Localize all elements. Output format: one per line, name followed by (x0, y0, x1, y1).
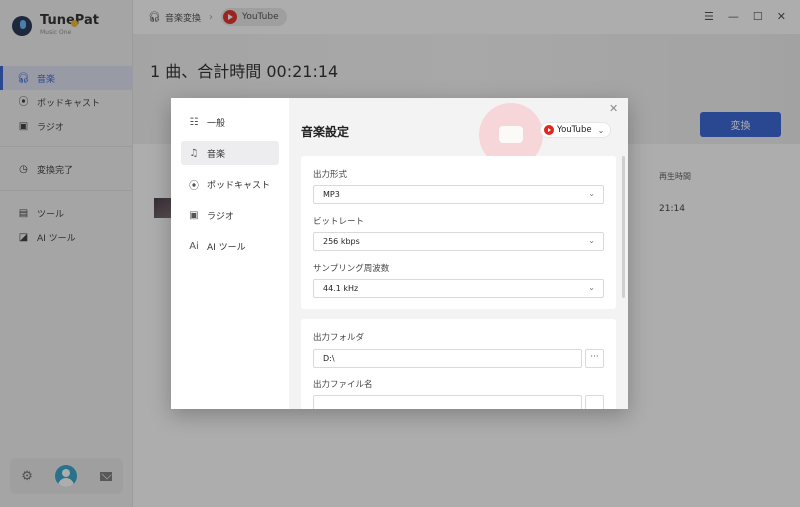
music-note-icon: ♫ (189, 147, 199, 159)
settings-tab-label: 一般 (207, 118, 226, 129)
ai-icon: Ai (189, 240, 199, 252)
bitrate-label: ビットレート (313, 217, 365, 227)
browse-folder-button[interactable]: ··· (585, 349, 604, 368)
sample-rate-value: 44.1 kHz (323, 284, 359, 293)
output-format-label: 出力形式 (313, 170, 348, 180)
output-filename-label: 出力ファイル名 (313, 380, 373, 390)
settings-tab-label: AI ツール (207, 242, 246, 253)
output-format-select[interactable]: MP3 ⌄ (313, 185, 604, 204)
close-icon[interactable]: ✕ (609, 102, 618, 115)
output-folder-label: 出力フォルダ (313, 333, 365, 343)
settings-tab-music[interactable]: ♫ 音楽 (181, 141, 279, 165)
chevron-down-icon: ⌄ (588, 189, 595, 198)
chevron-down-icon: ⌄ (597, 125, 605, 135)
settings-tab-label: ポッドキャスト (207, 180, 271, 191)
settings-tab-ai-tools[interactable]: Ai AI ツール (181, 234, 279, 258)
settings-tab-general[interactable]: ☷ 一般 (181, 110, 279, 134)
output-folder-field[interactable]: D:\ (313, 349, 582, 368)
scrollbar[interactable] (622, 156, 625, 298)
settings-content: 音楽設定 YouTube ⌄ 出力形式 MP3 ⌄ ビットレート 256 kbp… (289, 98, 628, 409)
sample-rate-select[interactable]: 44.1 kHz ⌄ (313, 279, 604, 298)
radio-icon: ▣ (189, 209, 199, 221)
filename-options-button[interactable] (585, 395, 604, 409)
settings-nav: ☷ 一般 ♫ 音楽 ⦿ ポッドキャスト ▣ ラジオ Ai AI ツール (171, 98, 289, 409)
settings-tab-label: ラジオ (207, 211, 234, 222)
audio-settings-card: 出力形式 MP3 ⌄ ビットレート 256 kbps ⌄ サンプリング周波数 4… (301, 156, 616, 309)
settings-dialog: ☷ 一般 ♫ 音楽 ⦿ ポッドキャスト ▣ ラジオ Ai AI ツール 音楽設定… (171, 98, 628, 409)
output-folder-value: D:\ (323, 354, 335, 363)
bitrate-select[interactable]: 256 kbps ⌄ (313, 232, 604, 251)
sample-rate-label: サンプリング周波数 (313, 264, 390, 274)
settings-title: 音楽設定 (301, 125, 350, 139)
settings-tab-label: 音楽 (207, 149, 226, 160)
settings-tab-radio[interactable]: ▣ ラジオ (181, 203, 279, 227)
youtube-icon (544, 125, 554, 135)
chevron-down-icon: ⌄ (588, 236, 595, 245)
output-filename-field[interactable] (313, 395, 582, 409)
chevron-down-icon: ⌄ (588, 283, 595, 292)
bitrate-value: 256 kbps (323, 237, 360, 246)
output-format-value: MP3 (323, 190, 340, 199)
source-selector[interactable]: YouTube ⌄ (541, 123, 611, 137)
output-settings-card: 出力フォルダ D:\ ··· 出力ファイル名 (301, 319, 616, 409)
sliders-icon: ☷ (189, 116, 199, 128)
podcast-icon: ⦿ (189, 180, 199, 192)
source-selector-label: YouTube (557, 125, 592, 135)
settings-tab-podcast[interactable]: ⦿ ポッドキャスト (181, 172, 279, 196)
